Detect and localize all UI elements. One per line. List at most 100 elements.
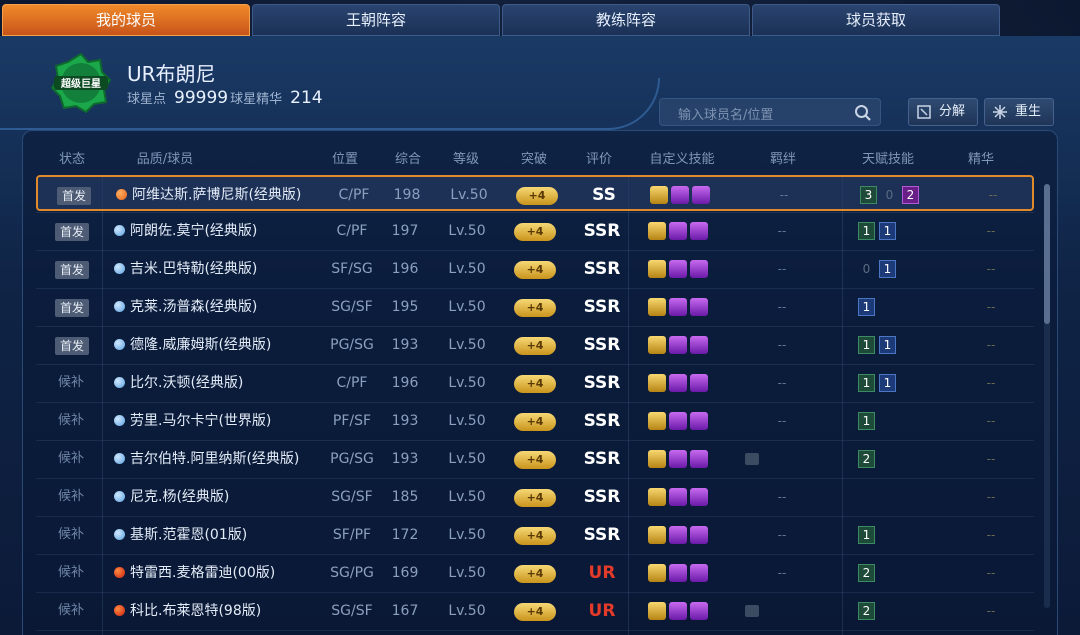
search-input[interactable]: 输入球员名/位置 xyxy=(678,104,773,123)
custom-skill-icon[interactable] xyxy=(690,564,708,582)
player-name-text: 德隆.威廉姆斯(经典版) xyxy=(130,337,272,353)
table-row[interactable]: 候补 基斯.范霍恩(01版) SF/PF 172 Lv.50 +4 SSR -- 1 -- xyxy=(36,517,1034,553)
tab-coach-lineup[interactable]: 教练阵容 xyxy=(502,4,750,36)
player-name-cell: 吉尔伯特.阿里纳斯(经典版) xyxy=(114,441,299,477)
custom-skill-icon[interactable] xyxy=(648,412,666,430)
custom-skill-icon[interactable] xyxy=(648,602,666,620)
level-cell: Lv.50 xyxy=(448,565,486,581)
table-row[interactable]: 首发 德隆.威廉姆斯(经典版) PG/SG 193 Lv.50 +4 SSR -- 1 1 -- xyxy=(36,327,1034,363)
col-overall[interactable]: 综合 xyxy=(385,148,431,167)
decompose-button[interactable]: 分解 xyxy=(908,98,978,126)
custom-skill-icon[interactable] xyxy=(690,222,708,240)
custom-skill-icon[interactable] xyxy=(671,186,689,204)
custom-skill-icon[interactable] xyxy=(669,298,687,316)
status-badge: 候补 xyxy=(58,375,85,390)
col-quality-player[interactable]: 品质/球员 xyxy=(120,148,210,167)
custom-skill-icon[interactable] xyxy=(669,336,687,354)
custom-skill-icon[interactable] xyxy=(690,450,708,468)
custom-skill-icon[interactable] xyxy=(692,186,710,204)
custom-skill-icon[interactable] xyxy=(648,336,666,354)
position-cell: SF/SG xyxy=(331,261,373,277)
col-custom-skills[interactable]: 自定义技能 xyxy=(637,148,727,167)
bond-cell: -- xyxy=(777,224,787,238)
custom-skill-icon[interactable] xyxy=(669,602,687,620)
rating-grade: SSR xyxy=(583,525,621,545)
status-badge: 首发 xyxy=(55,223,89,241)
custom-skill-icon[interactable] xyxy=(648,564,666,582)
essence-label: 球星精华 xyxy=(230,92,283,107)
position-cell: PF/SF xyxy=(332,413,372,429)
custom-skill-icon[interactable] xyxy=(669,450,687,468)
col-position[interactable]: 位置 xyxy=(322,148,368,167)
custom-skill-icon[interactable] xyxy=(669,564,687,582)
custom-skill-icon[interactable] xyxy=(648,298,666,316)
breakthrough-badge: +4 xyxy=(514,413,556,431)
custom-skill-icon[interactable] xyxy=(648,488,666,506)
scrollbar-thumb[interactable] xyxy=(1044,184,1050,324)
col-talent-skills[interactable]: 天赋技能 xyxy=(852,148,924,167)
rebirth-button[interactable]: 重生 xyxy=(984,98,1054,126)
tab-dynasty-lineup[interactable]: 王朝阵容 xyxy=(252,4,500,36)
custom-skill-icon[interactable] xyxy=(669,488,687,506)
table-row[interactable]: 首发 阿朗佐.莫宁(经典版) C/PF 197 Lv.50 +4 SSR -- 1 1 -- xyxy=(36,213,1034,249)
talent-skill-level: 1 xyxy=(879,260,896,278)
col-status[interactable]: 状态 xyxy=(48,148,96,167)
col-essence[interactable]: 精华 xyxy=(958,148,1004,167)
table-row[interactable]: 首发 阿维达斯.萨博尼斯(经典版) C/PF 198 Lv.50 +4 SS -- 3 0 2 -- xyxy=(36,175,1034,211)
col-level[interactable]: 等级 xyxy=(443,148,489,167)
table-row[interactable]: 候补 比尔.沃顿(经典版) C/PF 196 Lv.50 +4 SSR -- 1 1 -- xyxy=(36,365,1034,401)
custom-skill-icon[interactable] xyxy=(648,526,666,544)
status-badge: 候补 xyxy=(58,413,85,428)
table-row[interactable]: 候补 劳里.马尔卡宁(世界版) PF/SF 193 Lv.50 +4 SSR -- 1 -- xyxy=(36,403,1034,439)
custom-skill-icon[interactable] xyxy=(690,412,708,430)
table-row[interactable]: 首发 吉米.巴特勒(经典版) SF/SG 196 Lv.50 +4 SSR -- 0 1 -- xyxy=(36,251,1034,287)
table-row[interactable]: 候补 尼克.杨(经典版) SG/SF 185 Lv.50 +4 SSR -- -- xyxy=(36,479,1034,515)
essence-cell: -- xyxy=(986,300,996,314)
custom-skill-icon[interactable] xyxy=(690,260,708,278)
col-bond[interactable]: 羁绊 xyxy=(760,148,806,167)
custom-skill-icon[interactable] xyxy=(690,602,708,620)
bond-icon[interactable] xyxy=(745,453,759,465)
position-cell: SG/SF xyxy=(331,603,373,619)
tab-bar: 我的球员 王朝阵容 教练阵容 球员获取 xyxy=(0,4,1080,36)
talent-skill-level: 2 xyxy=(902,186,919,204)
custom-skill-icon[interactable] xyxy=(690,374,708,392)
tab-my-players[interactable]: 我的球员 xyxy=(2,4,250,36)
player-name-text: 劳里.马尔卡宁(世界版) xyxy=(130,413,272,429)
level-cell: Lv.50 xyxy=(448,451,486,467)
level-cell: Lv.50 xyxy=(448,413,486,429)
custom-skill-icon[interactable] xyxy=(669,412,687,430)
col-rating[interactable]: 评价 xyxy=(576,148,622,167)
custom-skill-icon[interactable] xyxy=(648,374,666,392)
search-icon[interactable] xyxy=(854,104,872,122)
custom-skill-icon[interactable] xyxy=(669,374,687,392)
custom-skill-icon[interactable] xyxy=(690,488,708,506)
table-row[interactable]: 候补 吉尔伯特.阿里纳斯(经典版) PG/SG 193 Lv.50 +4 SSR 2 -- xyxy=(36,441,1034,477)
essence-cell: -- xyxy=(986,224,996,238)
table-row[interactable]: 候补 科比.布莱恩特(98版) SG/SF 167 Lv.50 +4 UR 2 -- xyxy=(36,593,1034,629)
player-name-cell: 德隆.威廉姆斯(经典版) xyxy=(114,327,271,363)
star-points-label: 球星点 xyxy=(127,92,167,107)
custom-skill-icon[interactable] xyxy=(669,222,687,240)
bond-cell: -- xyxy=(779,188,789,202)
custom-skill-icon[interactable] xyxy=(648,450,666,468)
custom-skill-icon[interactable] xyxy=(690,298,708,316)
table-row[interactable]: 候补 特雷西.麦格雷迪(00版) SG/PG 169 Lv.50 +4 UR -- 2 -- xyxy=(36,555,1034,591)
custom-skill-icon[interactable] xyxy=(648,260,666,278)
custom-skill-icon[interactable] xyxy=(648,222,666,240)
player-name-text: 特雷西.麦格雷迪(00版) xyxy=(130,565,276,581)
tab-player-acquire[interactable]: 球员获取 xyxy=(752,4,1000,36)
talent-skill-level: 1 xyxy=(858,412,875,430)
custom-skill-icon[interactable] xyxy=(669,526,687,544)
custom-skill-icon[interactable] xyxy=(690,526,708,544)
search-box[interactable]: 输入球员名/位置 xyxy=(659,98,881,126)
col-breakthrough[interactable]: 突破 xyxy=(511,148,557,167)
essence-cell: -- xyxy=(986,604,996,618)
custom-skill-icon[interactable] xyxy=(690,336,708,354)
table-row[interactable]: 首发 克莱.汤普森(经典版) SG/SF 195 Lv.50 +4 SSR -- 1 -- xyxy=(36,289,1034,325)
position-cell: PG/SG xyxy=(330,337,374,353)
custom-skill-icon[interactable] xyxy=(669,260,687,278)
custom-skill-icon[interactable] xyxy=(650,186,668,204)
bond-cell: -- xyxy=(777,300,787,314)
bond-icon[interactable] xyxy=(745,605,759,617)
